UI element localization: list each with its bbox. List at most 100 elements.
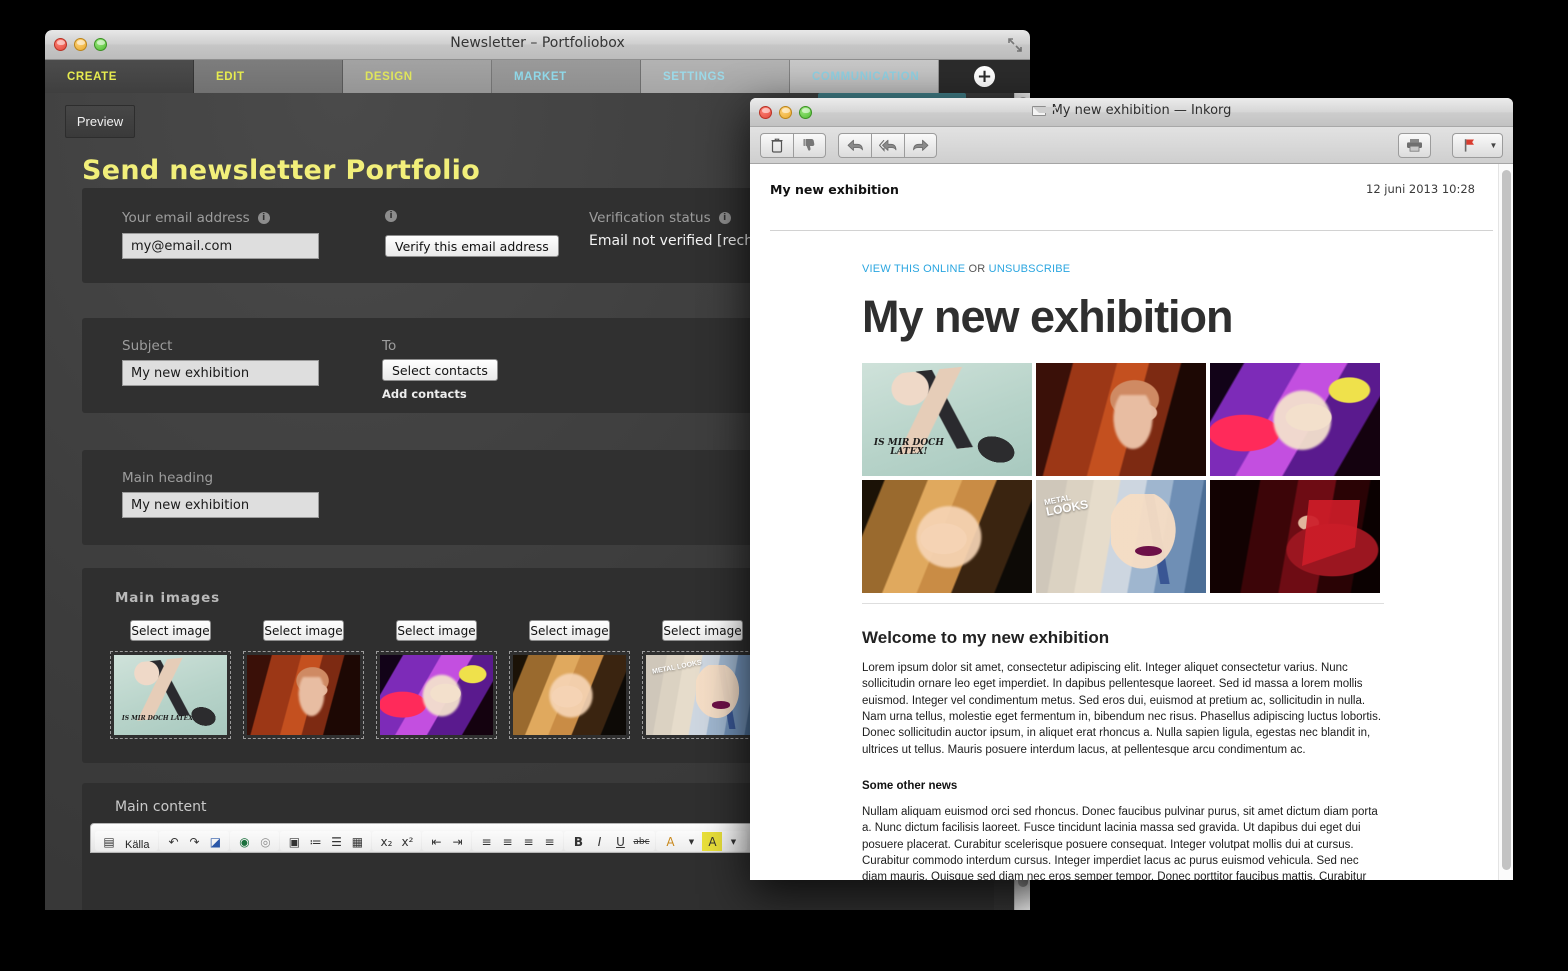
editor-group-source[interactable]: ▤ Källa (95, 831, 159, 851)
tab-create[interactable]: CREATE (45, 60, 194, 93)
forward-icon[interactable] (904, 132, 937, 158)
superscript-icon[interactable]: x² (397, 832, 417, 851)
view-online-link[interactable]: VIEW THIS ONLINE (862, 263, 965, 275)
subject-input[interactable]: My new exhibition (122, 360, 319, 386)
select-image-button-2[interactable]: Select image (263, 620, 344, 641)
select-image-button-1[interactable]: Select image (130, 620, 211, 641)
select-image-button-3[interactable]: Select image (396, 620, 477, 641)
add-tab-button[interactable]: + (939, 60, 1030, 93)
thumbnail-dropzone-2[interactable] (243, 651, 364, 739)
underline-icon[interactable]: U (610, 832, 630, 851)
numbered-list-icon[interactable]: ≔ (305, 832, 325, 851)
tab-communication[interactable]: COMMUNICATION (790, 60, 939, 93)
newsletter-image-reddress[interactable] (1210, 480, 1380, 593)
thumbnail-dropzone-4[interactable] (509, 651, 630, 739)
select-image-button-5[interactable]: Select image (662, 620, 743, 641)
newsletter-image-blonde[interactable] (862, 480, 1032, 593)
verify-email-button[interactable]: Verify this email address (385, 235, 559, 257)
mail-message-window[interactable]: My new exhibition — Inkorg ▼ My new exhi… (750, 98, 1513, 880)
text-color-dropdown-icon[interactable]: ▼ (681, 832, 701, 851)
indent-icon[interactable]: ⇥ (447, 832, 467, 851)
thumbnail-dropzone-3[interactable] (376, 651, 497, 739)
background-color-icon[interactable]: A (702, 832, 723, 851)
image-icon[interactable]: ▣ (284, 832, 304, 851)
toolbar-group-reply[interactable] (838, 132, 937, 158)
text-color-icon[interactable]: A (660, 832, 680, 851)
info-icon[interactable]: i (257, 212, 270, 224)
thumbnail-image-redhair[interactable] (247, 655, 360, 735)
junk-icon[interactable] (793, 132, 826, 158)
strikethrough-icon[interactable]: abc (631, 832, 651, 851)
tab-edit[interactable]: EDIT (194, 60, 343, 93)
tab-design[interactable]: DESIGN (343, 60, 492, 93)
other-news-paragraph: Nullam aliquam euismod orci sed rhoncus.… (862, 805, 1378, 880)
tab-settings[interactable]: SETTINGS (641, 60, 790, 93)
print-icon[interactable] (1398, 132, 1431, 158)
newsletter-image-latex[interactable]: IS MIR DOCH LATEX! (862, 363, 1032, 476)
preview-button[interactable]: Preview (65, 105, 135, 138)
editor-group-color[interactable]: A ▼ A ▼ (656, 831, 748, 851)
source-icon[interactable]: ▤ (99, 832, 119, 851)
undo-icon[interactable]: ↶ (163, 832, 183, 851)
toolbar-group-print[interactable] (1398, 132, 1431, 158)
align-right-icon[interactable]: ≡ (518, 832, 538, 851)
thumbnail-image-metal[interactable]: METAL LOOKS (646, 655, 759, 735)
tab-market[interactable]: MARKET (492, 60, 641, 93)
background-color-dropdown-icon[interactable]: ▼ (723, 832, 743, 851)
align-left-icon[interactable]: ≡ (476, 832, 496, 851)
thumbnail-row: Select image IS MIR DOCH LATEX! Select i… (110, 620, 763, 739)
redo-icon[interactable]: ↷ (184, 832, 204, 851)
mail-toolbar[interactable]: ▼ (750, 127, 1513, 164)
editor-group-link[interactable]: ◉ ◎ (230, 831, 280, 851)
back-window-titlebar[interactable]: Newsletter – Portfoliobox (45, 30, 1030, 60)
select-image-button-4[interactable]: Select image (529, 620, 610, 641)
reply-all-icon[interactable] (871, 132, 904, 158)
align-center-icon[interactable]: ≡ (497, 832, 517, 851)
bold-icon[interactable]: B (568, 832, 588, 851)
unlink-icon[interactable]: ◎ (255, 832, 275, 851)
paste-icon[interactable]: ◪ (205, 832, 225, 851)
resize-icon[interactable] (1007, 37, 1023, 53)
editor-group-script[interactable]: x₂ x² (372, 831, 422, 851)
thumbnail-image-blonde[interactable] (513, 655, 626, 735)
newsletter-image-purple[interactable] (1210, 363, 1380, 476)
main-heading-input[interactable]: My new exhibition (122, 492, 319, 518)
thumbnail-image-purple[interactable] (380, 655, 493, 735)
thumbnail-image-latex[interactable]: IS MIR DOCH LATEX! (114, 655, 227, 735)
link-icon[interactable]: ◉ (234, 832, 254, 851)
table-icon[interactable]: ▦ (347, 832, 367, 851)
info-icon[interactable]: i (718, 212, 731, 224)
newsletter-image-metal[interactable]: METAL LOOKS (1036, 480, 1206, 593)
thumbnail-dropzone-5[interactable]: METAL LOOKS (642, 651, 763, 739)
add-contacts-link[interactable]: Add contacts (382, 387, 467, 401)
editor-group-format[interactable]: B I U abc (564, 831, 656, 851)
flag-control[interactable]: ▼ (1452, 132, 1503, 158)
editor-group-indent[interactable]: ⇤ ⇥ (422, 831, 472, 851)
align-justify-icon[interactable]: ≡ (539, 832, 559, 851)
unsubscribe-link[interactable]: UNSUBSCRIBE (989, 263, 1071, 275)
delete-icon[interactable] (760, 132, 793, 158)
editor-group-align[interactable]: ≡ ≡ ≡ ≡ (472, 831, 564, 851)
bulleted-list-icon[interactable]: ☰ (326, 832, 346, 851)
flag-dropdown-icon[interactable]: ▼ (1485, 132, 1503, 158)
subscript-icon[interactable]: x₂ (376, 832, 396, 851)
toolbar-group-delete[interactable] (760, 132, 826, 158)
select-contacts-button[interactable]: Select contacts (382, 359, 498, 381)
email-input[interactable]: my@email.com (122, 233, 319, 259)
toolbar-group-right[interactable]: ▼ (1398, 132, 1503, 158)
outdent-icon[interactable]: ⇤ (426, 832, 446, 851)
newsletter-image-redhair[interactable] (1036, 363, 1206, 476)
info-icon[interactable]: i (385, 210, 397, 222)
thumbnail-dropzone-1[interactable]: IS MIR DOCH LATEX! (110, 651, 231, 739)
editor-group-insert[interactable]: ▣ ≔ ☰ ▦ (280, 831, 372, 851)
main-tab-bar[interactable]: CREATE EDIT DESIGN MARKET SETTINGS COMMU… (45, 60, 1030, 93)
reply-icon[interactable] (838, 132, 871, 158)
mail-vertical-scrollbar[interactable] (1498, 164, 1513, 880)
mail-window-titlebar[interactable]: My new exhibition — Inkorg (750, 98, 1513, 127)
thumbnail-item: Select image (509, 620, 630, 739)
italic-icon[interactable]: I (589, 832, 609, 851)
source-button-label[interactable]: Källa (120, 839, 154, 851)
mail-scrollbar-thumb[interactable] (1502, 170, 1511, 870)
flag-icon[interactable] (1452, 132, 1485, 158)
editor-group-history[interactable]: ↶ ↷ ◪ (159, 831, 230, 851)
